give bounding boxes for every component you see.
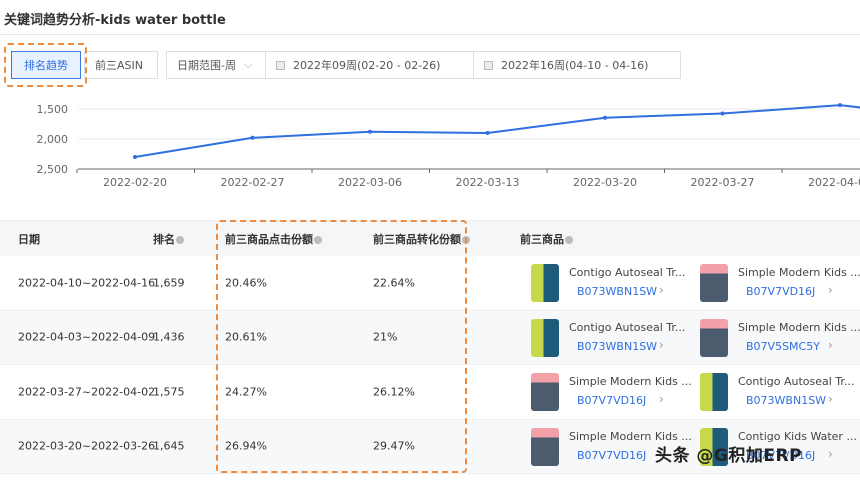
end-date-input[interactable]: 2022年16周(04-10 - 04-16) xyxy=(473,51,681,79)
x-tick-label: 2022-02-20 xyxy=(103,176,167,189)
cell-rank: 1,436 xyxy=(153,330,185,344)
product-name: Contigo Autoseal Tr... xyxy=(738,375,855,388)
product-name: Contigo Autoseal Tr... xyxy=(569,320,686,334)
product-image xyxy=(531,427,559,466)
cell-rank: 1,575 xyxy=(153,385,185,399)
product-asin-link[interactable]: B073WBN1SW xyxy=(577,285,657,298)
product-item[interactable]: Simple Modern Kids ... B07V7VD16J › xyxy=(700,264,860,304)
product-name: Simple Modern Kids ... xyxy=(569,375,692,388)
cell-conv-share: 22.64% xyxy=(373,276,415,290)
cell-conv-share: 26.12% xyxy=(373,385,415,399)
product-item[interactable]: Contigo Autoseal Tr... B073WBN1SW › xyxy=(531,318,696,359)
product-asin-link[interactable]: B07V7VD16J xyxy=(577,394,646,407)
y-tick-label: 2,000 xyxy=(37,133,69,146)
product-item[interactable]: Contigo Autoseal Tr... B073WBN1SW › xyxy=(700,373,860,413)
cell-click-share: 26.94% xyxy=(225,439,267,453)
header-rank: 排名 xyxy=(153,231,184,247)
start-date-input[interactable]: 2022年09周(02-20 - 02-26) xyxy=(265,51,474,79)
product-image xyxy=(531,318,559,357)
data-point[interactable] xyxy=(133,155,137,159)
rank-table: 日期 排名 前三商品点击份额 前三商品转化份额 前三商品 2022-04-10~… xyxy=(0,220,860,474)
cell-date: 2022-03-27~2022-04-02 xyxy=(18,385,156,399)
page-title: 关键词趋势分析-kids water bottle xyxy=(4,13,226,28)
start-date-value: 2022年09周(02-20 - 02-26) xyxy=(293,59,441,72)
product-asin-link[interactable]: B07V7VD16J xyxy=(746,285,815,298)
product-asin-link[interactable]: B07V7VD16J xyxy=(577,449,646,462)
data-point[interactable] xyxy=(603,115,607,120)
x-tick-label: 2022-03-27 xyxy=(691,176,755,189)
end-date-value: 2022年16周(04-10 - 04-16) xyxy=(501,59,649,72)
cell-date: 2022-04-10~2022-04-16 xyxy=(18,276,156,290)
y-tick-label: 2,500 xyxy=(37,163,69,176)
cell-conv-share: 21% xyxy=(373,330,398,344)
divider xyxy=(0,34,860,35)
chevron-right-icon[interactable]: › xyxy=(828,447,833,461)
x-tick-label: 2022-04-03 xyxy=(808,176,860,189)
help-icon xyxy=(565,235,573,244)
product-name: Simple Modern Kids ... xyxy=(738,266,860,279)
chevron-right-icon[interactable]: › xyxy=(659,338,664,352)
product-item[interactable]: Contigo Autoseal Tr... B073WBN1SW › xyxy=(531,264,696,304)
x-tick-label: 2022-03-06 xyxy=(338,176,402,189)
calendar-icon xyxy=(276,60,285,70)
data-point[interactable] xyxy=(485,131,490,135)
cell-click-share: 24.27% xyxy=(225,385,267,399)
cell-click-share: 20.61% xyxy=(225,330,267,344)
product-image xyxy=(700,264,728,302)
calendar-icon xyxy=(484,60,493,70)
chevron-right-icon[interactable]: › xyxy=(659,283,664,297)
date-range-select[interactable]: 日期范围-周 ⌵ xyxy=(166,51,266,79)
header-date: 日期 xyxy=(18,232,40,246)
table-row: 2022-04-03~2022-04-09 1,436 20.61% 21% C… xyxy=(0,310,860,365)
help-icon xyxy=(176,235,184,244)
data-point[interactable] xyxy=(720,111,725,116)
product-name: Contigo Autoseal Tr... xyxy=(569,266,686,279)
cell-date: 2022-03-20~2022-03-26 xyxy=(18,439,156,453)
header-products: 前三商品 xyxy=(520,231,573,247)
chevron-right-icon[interactable]: › xyxy=(828,283,833,297)
product-asin-link[interactable]: B073WBN1SW xyxy=(746,394,826,407)
y-tick-label: 1,500 xyxy=(37,103,69,116)
header-conv-share: 前三商品转化份额 xyxy=(373,231,470,247)
chevron-right-icon[interactable]: › xyxy=(828,392,833,406)
table-row: 2022-04-10~2022-04-16 1,659 20.46% 22.64… xyxy=(0,256,860,311)
cell-conv-share: 29.47% xyxy=(373,439,415,453)
chevron-right-icon[interactable]: › xyxy=(828,338,833,352)
data-point[interactable] xyxy=(250,135,255,140)
data-point[interactable] xyxy=(368,129,372,134)
product-name: Simple Modern Kids ... xyxy=(738,320,860,334)
cell-date: 2022-04-03~2022-04-09 xyxy=(18,330,156,344)
help-icon xyxy=(462,235,470,244)
product-item[interactable]: Simple Modern Kids ... B07V7VD16J › xyxy=(531,373,696,413)
tab-rank-trend[interactable]: 排名趋势 xyxy=(11,51,81,79)
chevron-right-icon[interactable]: › xyxy=(659,392,664,406)
rank-trend-chart: 1,500 2,000 2,500 2022-02-20 2022-02-27 2022-… xyxy=(37,103,860,189)
header-click-share: 前三商品点击份额 xyxy=(225,231,322,247)
product-image xyxy=(700,373,728,411)
watermark-logo: 头条 @G积加ERP xyxy=(655,446,803,466)
cell-rank: 1,645 xyxy=(153,439,185,453)
product-asin-link[interactable]: B073WBN1SW xyxy=(577,340,657,353)
product-image xyxy=(700,318,728,357)
product-image xyxy=(531,264,559,302)
product-asin-link[interactable]: B07V5SMC5Y xyxy=(746,340,820,353)
range-select-label: 日期范围-周 xyxy=(177,59,236,72)
help-icon xyxy=(314,235,322,244)
cell-click-share: 20.46% xyxy=(225,276,267,290)
x-tick-label: 2022-03-20 xyxy=(573,176,637,189)
product-item[interactable]: Simple Modern Kids ... B07V5SMC5Y › xyxy=(700,318,860,359)
table-row: 2022-03-27~2022-04-02 1,575 24.27% 26.12… xyxy=(0,365,860,420)
tab-top3-asin[interactable]: 前三ASIN xyxy=(84,51,158,79)
chevron-down-icon: ⌵ xyxy=(243,58,253,71)
x-tick-label: 2022-03-13 xyxy=(456,176,520,189)
rank-series-line xyxy=(134,104,860,158)
table-header: 日期 排名 前三商品点击份额 前三商品转化份额 前三商品 xyxy=(0,220,860,256)
data-point[interactable] xyxy=(838,103,842,108)
x-tick-label: 2022-02-27 xyxy=(221,176,285,189)
cell-rank: 1,659 xyxy=(153,276,185,290)
product-image xyxy=(531,373,559,411)
